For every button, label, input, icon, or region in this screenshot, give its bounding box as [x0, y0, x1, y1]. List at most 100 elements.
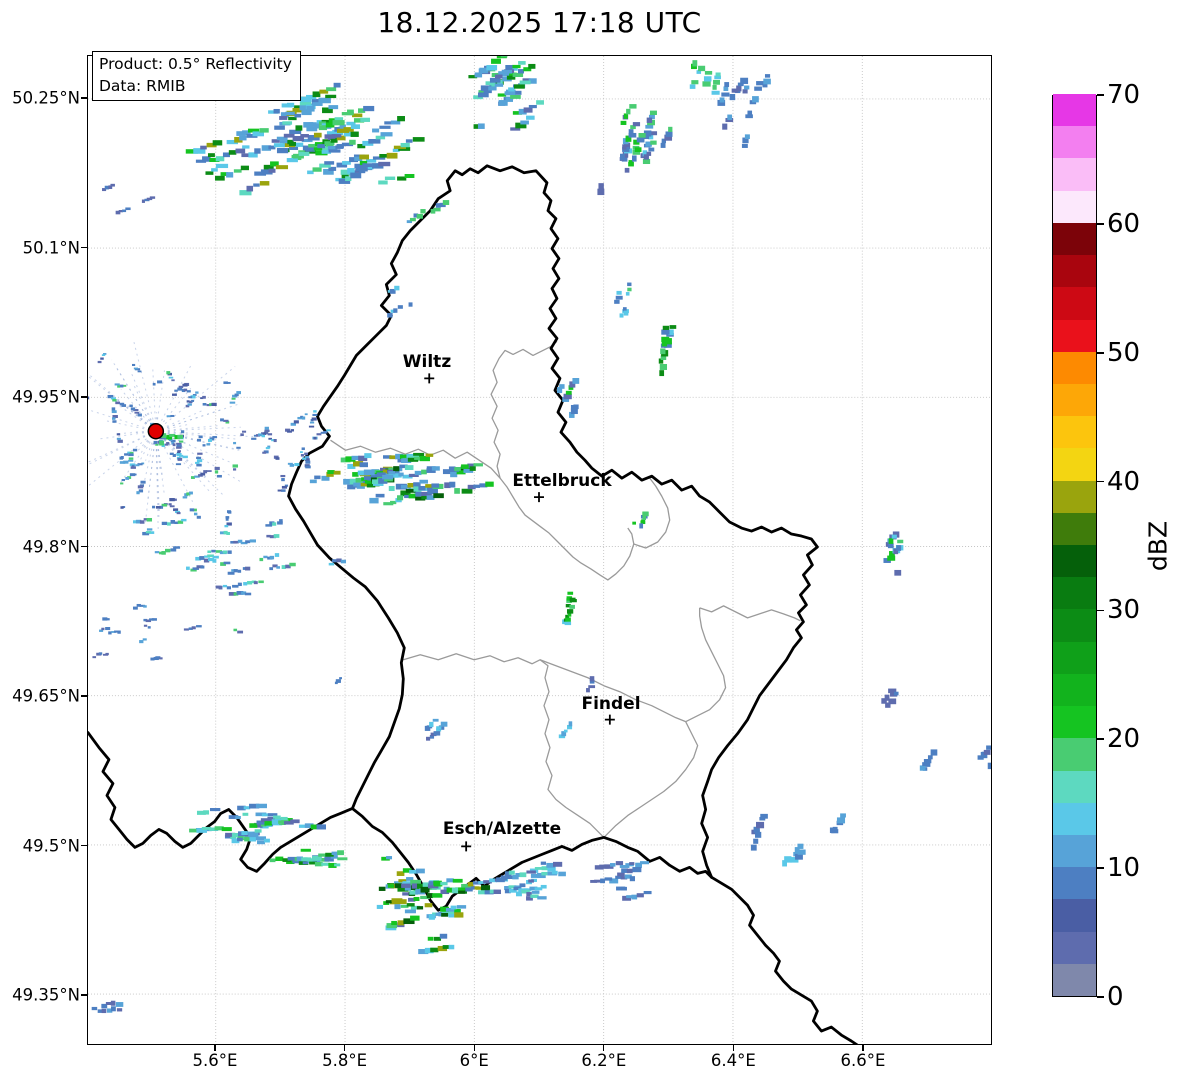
echo-cell	[249, 539, 256, 543]
product-line: Product: 0.5° Reflectivity	[99, 55, 292, 73]
echo-cell	[236, 391, 241, 395]
echo-cell	[312, 167, 322, 172]
echo-cell	[326, 87, 337, 92]
echo-cell	[378, 886, 386, 891]
echo-cell	[328, 149, 341, 153]
echo-cell	[197, 452, 203, 455]
echo-cell	[518, 61, 526, 65]
echo-cell	[691, 80, 699, 85]
echo-cell	[559, 384, 565, 389]
echo-cell	[401, 883, 411, 888]
echo-cell	[594, 879, 601, 883]
echo-cell	[98, 652, 103, 655]
echo-cell	[528, 63, 536, 69]
echo-cell	[589, 676, 595, 682]
echo-cell	[227, 510, 232, 514]
lon-tick-label: 6.6°E	[840, 1051, 886, 1070]
echo-cell	[317, 144, 326, 149]
echo-cell	[309, 421, 315, 424]
echo-cell	[721, 92, 730, 97]
echo-cell	[477, 92, 489, 98]
colorbar-tick-mark	[1097, 609, 1104, 612]
echo-cell	[130, 407, 136, 411]
colorbar-segment	[1053, 254, 1096, 288]
echo-cell	[426, 893, 433, 899]
echo-cell	[897, 539, 904, 544]
echo-cell	[610, 863, 616, 867]
echo-cell	[121, 404, 127, 407]
city-marker-cross	[534, 492, 544, 503]
echo-cell	[235, 815, 241, 820]
echo-cell	[222, 550, 228, 554]
echo-cell	[312, 413, 318, 416]
clutter-spoke	[88, 373, 157, 432]
echo-cell	[627, 287, 632, 292]
echo-cell	[756, 81, 764, 86]
echo-cell	[704, 70, 713, 75]
echo-cell	[531, 890, 540, 894]
echo-cell	[450, 905, 457, 910]
echo-cell	[259, 128, 269, 133]
echo-cell	[567, 591, 574, 595]
echo-cell	[632, 867, 642, 873]
echo-cell	[711, 90, 720, 95]
echo-cell	[293, 420, 299, 424]
echo-cell	[326, 429, 331, 432]
echo-cell	[415, 491, 422, 497]
echo-cell	[359, 154, 370, 160]
echo-cell	[263, 838, 270, 843]
echo-cell	[629, 862, 635, 865]
colorbar-segment	[1053, 802, 1096, 835]
echo-cell	[347, 109, 354, 114]
echo-cell	[450, 471, 458, 478]
echo-cell	[273, 108, 280, 114]
echo-cell	[176, 444, 182, 447]
echo-cell	[237, 630, 244, 634]
echo-cell	[642, 158, 651, 165]
echo-cell	[294, 462, 300, 467]
echo-cell	[187, 403, 192, 406]
echo-cell	[364, 480, 372, 484]
echo-cell	[246, 185, 254, 192]
echo-cell	[173, 546, 181, 549]
echo-cell	[223, 419, 229, 422]
echo-cell	[232, 584, 239, 588]
echo-cell	[211, 168, 218, 172]
echo-cell	[241, 831, 248, 836]
colorbar-tick-mark	[1097, 867, 1104, 869]
echo-cell	[760, 813, 768, 819]
echo-cell	[274, 125, 285, 130]
echo-cell	[540, 861, 547, 865]
echo-cell	[134, 411, 140, 414]
canton-border-vianden	[633, 477, 671, 549]
echo-cell	[226, 532, 230, 535]
echo-cell	[101, 354, 106, 357]
echo-cell	[565, 390, 572, 395]
echo-cell	[147, 626, 151, 629]
echo-cell	[258, 580, 264, 584]
echo-cell	[254, 829, 262, 833]
echo-cell	[120, 506, 124, 509]
radar-site-dot	[147, 423, 165, 440]
lat-tick-label: 50.1°N	[22, 238, 80, 257]
echo-cell	[120, 482, 124, 485]
echo-cell	[137, 485, 144, 489]
echo-cell	[350, 124, 361, 129]
echo-cell	[439, 933, 448, 939]
echo-cell	[740, 77, 749, 84]
echo-cell	[116, 433, 121, 436]
echo-cell	[378, 161, 391, 167]
echo-cell	[181, 518, 187, 522]
lat-tick-label: 49.65°N	[12, 686, 80, 706]
echo-cell	[101, 1008, 107, 1014]
echo-cell	[504, 91, 511, 96]
echo-cell	[528, 879, 534, 883]
echo-cell	[638, 133, 646, 138]
city-marker-cross	[424, 373, 435, 384]
echo-cell	[352, 472, 359, 477]
echo-cell	[494, 83, 504, 87]
lon-tick-label: 5.8°E	[322, 1051, 368, 1070]
echo-cell	[452, 878, 463, 883]
echo-cell	[519, 883, 526, 888]
echo-cell	[180, 430, 185, 434]
